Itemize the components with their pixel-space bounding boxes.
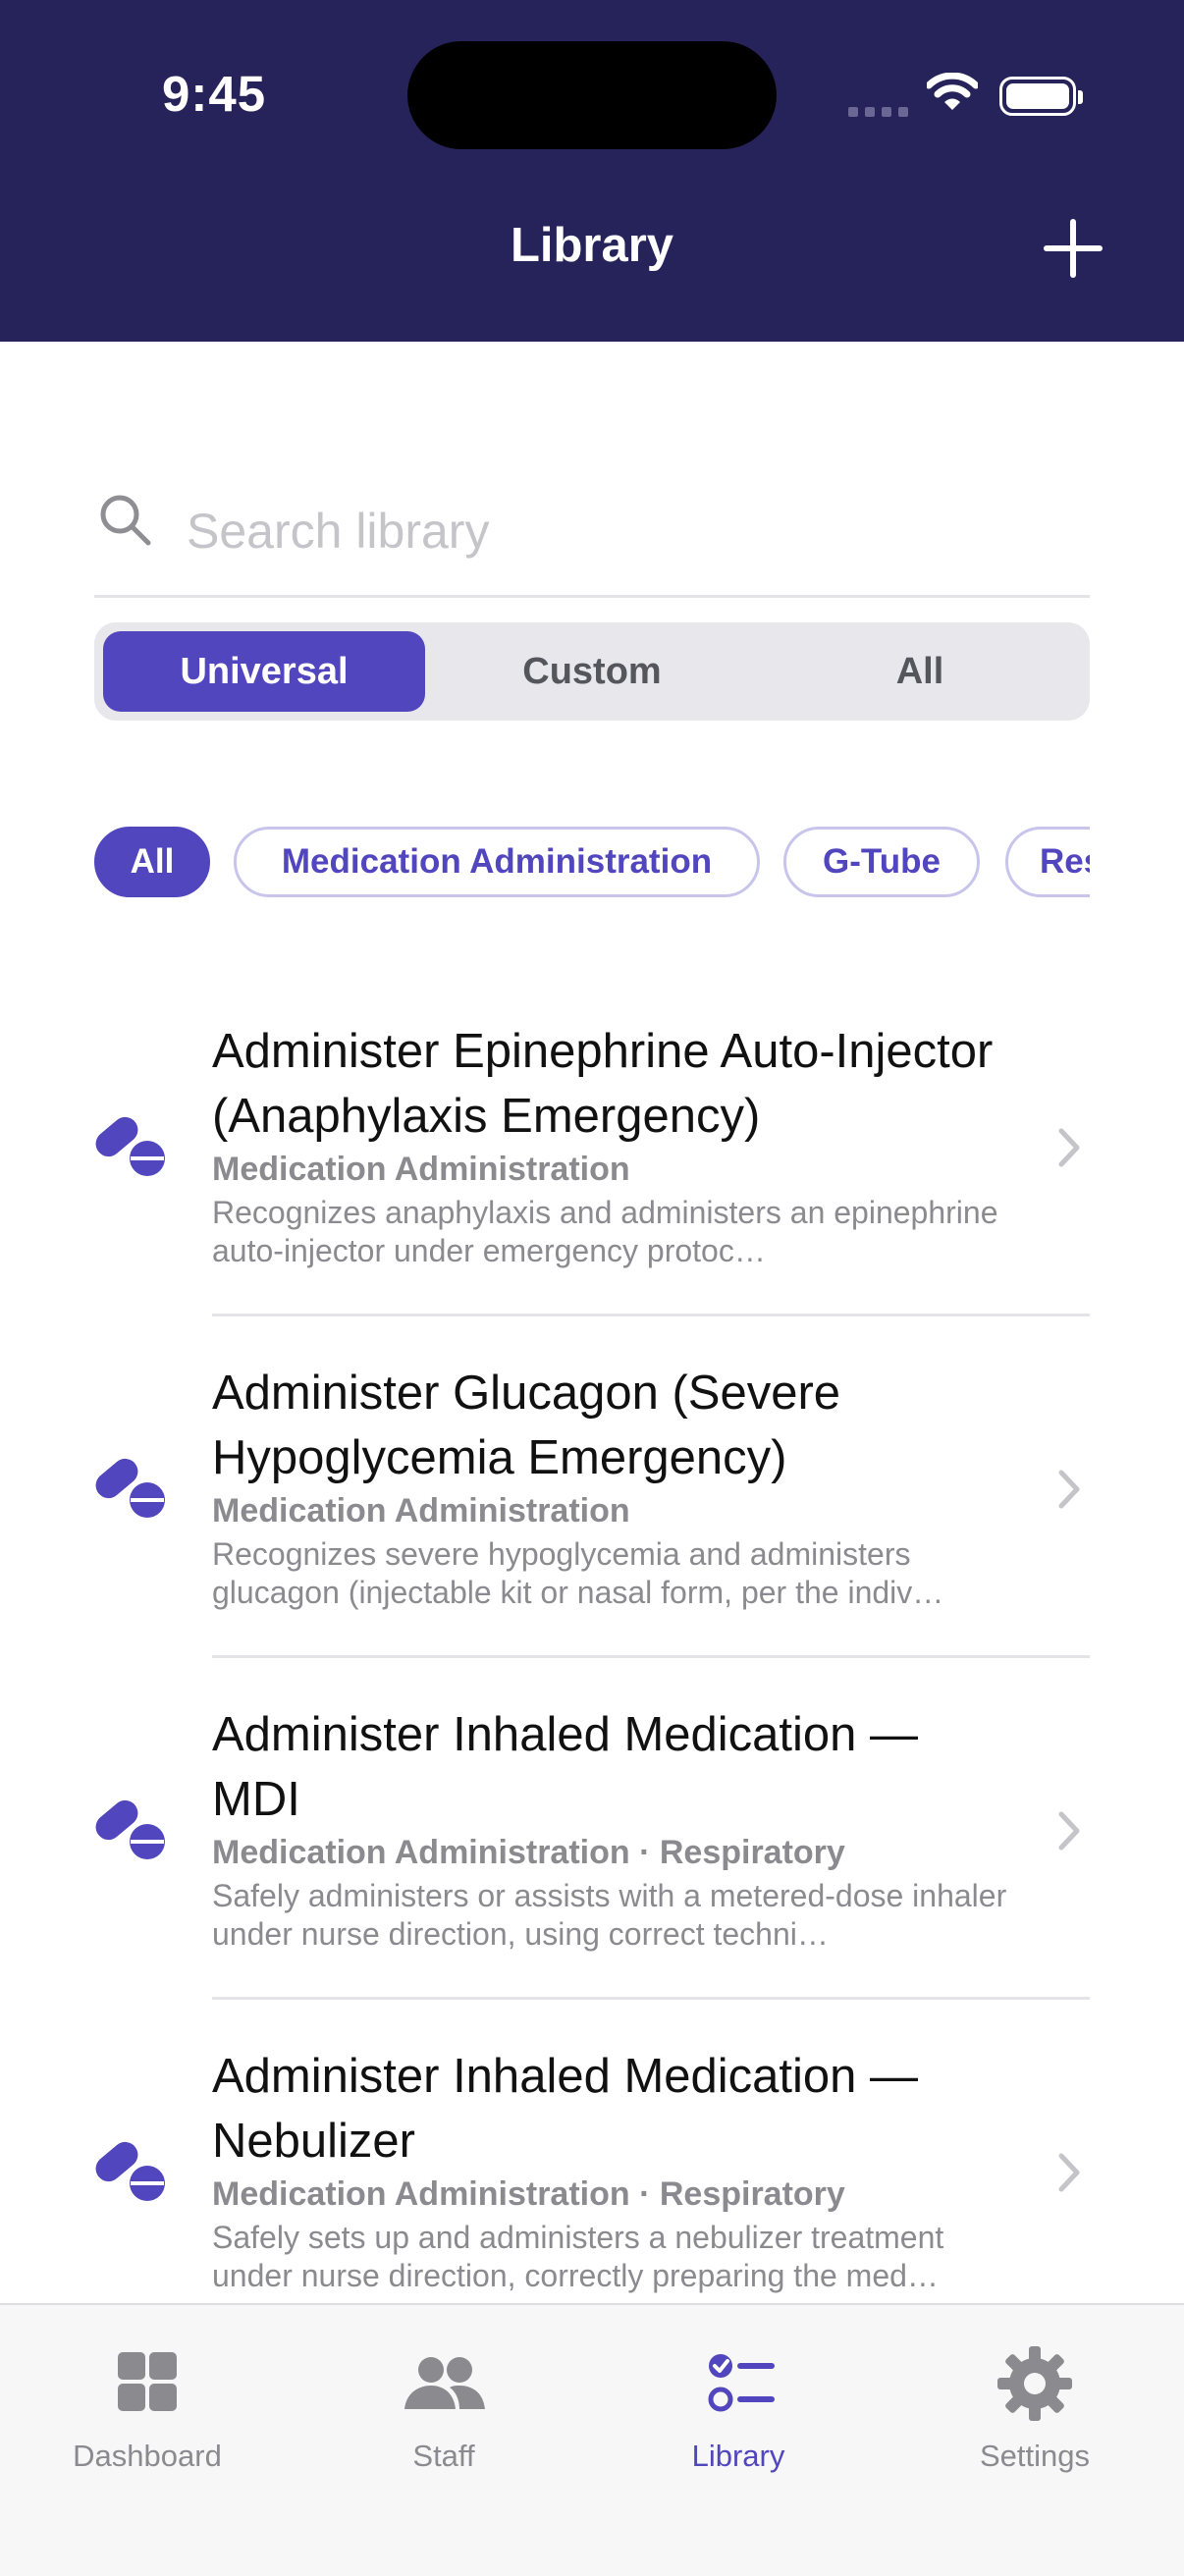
plus-icon[interactable]: [1043, 218, 1103, 279]
tab-settings[interactable]: Settings: [888, 2305, 1182, 2501]
staff-icon: [404, 2357, 485, 2409]
item-title: Administer Inhaled Medication — Nebulize…: [212, 2050, 919, 2168]
segment-all[interactable]: All: [759, 631, 1081, 712]
status-time: 9:45: [162, 66, 267, 122]
wifi-icon: [927, 73, 978, 110]
item-title: Administer Epinephrine Auto-Injector (An…: [212, 1025, 994, 1143]
item-category: Medication Administration · Respiratory: [212, 2175, 845, 2213]
pills-icon: [95, 1458, 165, 1518]
pills-icon: [95, 1116, 165, 1176]
list-item[interactable]: Administer Inhaled Medication — Nebulize…: [0, 2024, 1184, 2303]
item-description: Recognizes anaphylaxis and administers a…: [212, 1195, 998, 1268]
cellular-signal-icon: [848, 104, 915, 122]
item-title: Administer Inhaled Medication — MDI: [212, 1708, 919, 1826]
page-title: Library: [510, 219, 674, 272]
chip-medication-administration[interactable]: Medication Administration: [234, 827, 760, 897]
filter-chips: All Medication Administration G-Tube Res: [94, 825, 1090, 903]
dynamic-island: [407, 41, 777, 149]
list-item[interactable]: Administer Epinephrine Auto-Injector (An…: [0, 999, 1184, 1341]
segment-universal[interactable]: Universal: [103, 631, 425, 712]
item-description: Safely administers or assists with a met…: [212, 1878, 1007, 1952]
item-category: Medication Administration · Respiratory: [212, 1834, 845, 1871]
divider: [212, 1997, 1090, 2000]
chevron-right-icon: [1058, 2153, 1080, 2192]
tab-library[interactable]: Library: [591, 2305, 886, 2501]
tab-label: Settings: [979, 2439, 1090, 2473]
list-item[interactable]: Administer Glucagon (Severe Hypoglycemia…: [0, 1341, 1184, 1683]
search-bar: [94, 481, 1090, 598]
segmented-control: Universal Custom All: [94, 622, 1090, 721]
chip-g-tube[interactable]: G-Tube: [783, 827, 980, 897]
chevron-right-icon: [1058, 1811, 1080, 1851]
library-icon: [708, 2354, 775, 2412]
divider: [212, 1655, 1090, 1658]
chevron-right-icon: [1058, 1470, 1080, 1509]
item-title: Administer Glucagon (Severe Hypoglycemia…: [212, 1367, 841, 1484]
pills-icon: [95, 2141, 165, 2201]
pills-icon: [95, 1799, 165, 1859]
dashboard-icon: [118, 2352, 177, 2411]
divider: [212, 1314, 1090, 1316]
item-category: Medication Administration: [212, 1492, 630, 1530]
search-input[interactable]: [185, 491, 1072, 571]
settings-icon: [997, 2346, 1072, 2421]
tab-label: Dashboard: [73, 2439, 222, 2473]
header: 9:45 Library: [0, 0, 1184, 342]
tab-label: Library: [691, 2439, 785, 2473]
item-category: Medication Administration: [212, 1151, 630, 1188]
item-description: Safely sets up and administers a nebuliz…: [212, 2220, 944, 2293]
chip-respiratory[interactable]: Res: [1005, 827, 1090, 897]
chevron-right-icon: [1058, 1128, 1080, 1167]
item-description: Recognizes severe hypoglycemia and admin…: [212, 1536, 944, 1610]
search-icon: [100, 495, 151, 546]
segment-custom[interactable]: Custom: [431, 631, 753, 712]
battery-icon: [999, 77, 1083, 116]
tab-label: Staff: [412, 2439, 475, 2473]
list-item[interactable]: Administer Inhaled Medication — MDI Medi…: [0, 1683, 1184, 2024]
tab-bar: Dashboard Staff Library Settings: [0, 2303, 1184, 2576]
chip-all[interactable]: All: [94, 827, 210, 897]
tab-dashboard[interactable]: Dashboard: [0, 2305, 295, 2501]
tab-staff[interactable]: Staff: [296, 2305, 591, 2501]
